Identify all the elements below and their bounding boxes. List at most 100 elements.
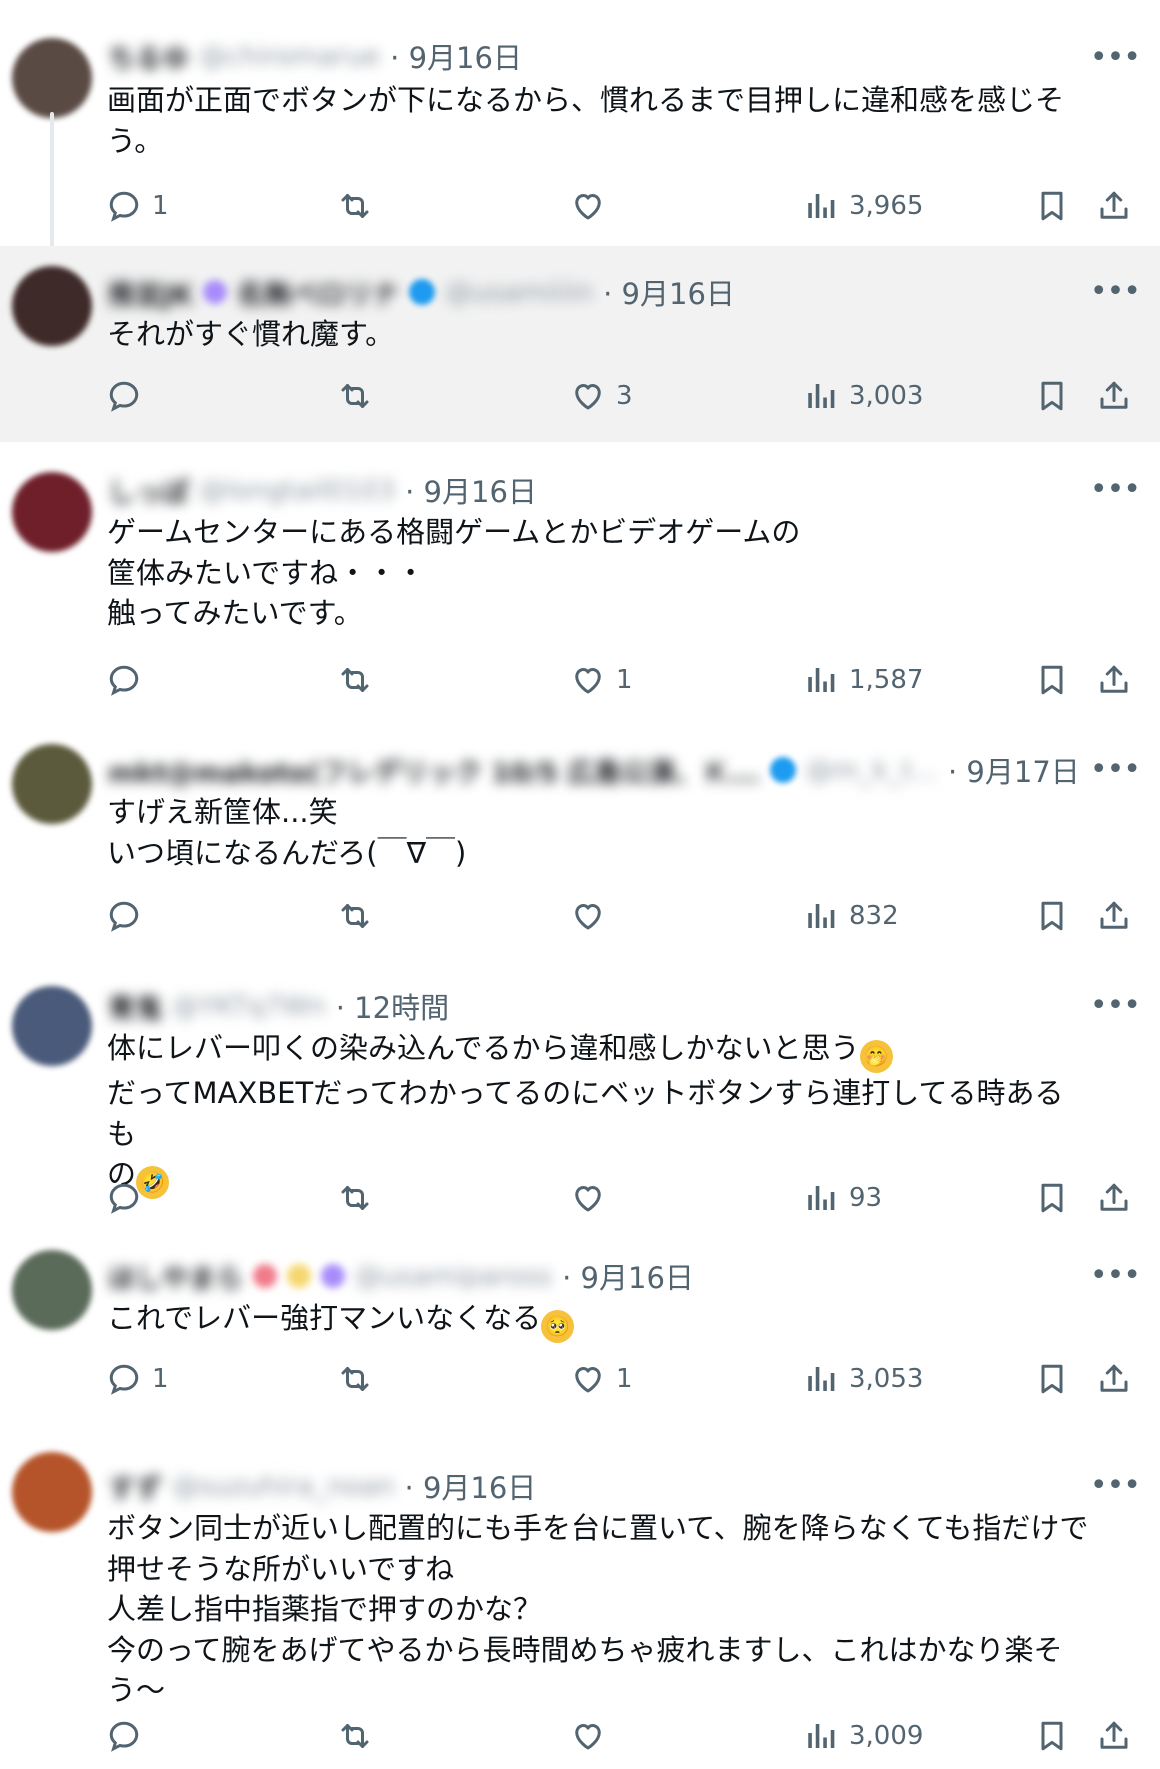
tweet-date[interactable]: · 9月16日 (603, 271, 735, 313)
action-bar: 832 (0, 894, 1160, 938)
avatar[interactable] (12, 1452, 92, 1532)
bookmark-button[interactable] (1034, 1714, 1070, 1758)
tweet-date[interactable]: · 9月16日 (390, 35, 522, 77)
share-button[interactable] (1096, 894, 1132, 938)
author-handle[interactable]: @YKTq7Wn (172, 991, 326, 1022)
bookmark-icon (1041, 665, 1063, 695)
tweet[interactable]: mkt@makoto(フレデリック 10/5 広島公演、Ｋ... @m_k_t.… (0, 714, 1160, 962)
like-count: 3 (616, 381, 633, 411)
repost-button[interactable] (337, 658, 373, 702)
repost-button[interactable] (337, 1714, 373, 1758)
tweet-date[interactable]: · 9月17日 (948, 749, 1080, 791)
bookmark-button[interactable] (1034, 894, 1070, 938)
views-icon (808, 904, 835, 928)
repost-button[interactable] (337, 1357, 373, 1401)
like-button[interactable] (570, 1714, 616, 1758)
more-options-icon[interactable]: ••• (1090, 986, 1141, 1026)
repost-button[interactable] (337, 894, 373, 938)
more-options-icon[interactable]: ••• (1090, 38, 1141, 78)
reply-button[interactable] (106, 894, 152, 938)
more-options-icon[interactable]: ••• (1090, 1466, 1141, 1506)
author-name[interactable]: しっぽ (108, 471, 189, 510)
more-options-icon[interactable]: ••• (1090, 1256, 1141, 1296)
avatar[interactable] (12, 1250, 92, 1330)
avatar[interactable] (12, 744, 92, 824)
tweet-date[interactable]: · 9月16日 (405, 1465, 537, 1507)
views-button[interactable]: 3,965 (803, 184, 923, 228)
bookmark-button[interactable] (1034, 658, 1070, 702)
avatar[interactable] (12, 986, 92, 1066)
tweet[interactable]: 推並JK 名無べロリナ @usamiiiin · 9月16日 ••• それがすぐ… (0, 246, 1160, 442)
bookmark-icon (1041, 1721, 1063, 1751)
views-button[interactable]: 3,003 (803, 374, 923, 418)
tweet[interactable]: 青鬼 @YKTq7Wn · 12時間 ••• 体にレバー叩くの染み込んでるから違… (0, 962, 1160, 1214)
like-count: 1 (616, 1364, 633, 1394)
share-button[interactable] (1096, 658, 1132, 702)
tweet[interactable]: ほしやまら @usamipaross · 9月16日 ••• これでレバー強打マ… (0, 1210, 1160, 1420)
tweet-text: それがすぐ慣れ魔す。 (107, 317, 395, 351)
pleading-face-emoji-icon: 🥺 (541, 1310, 575, 1343)
tweet-text: これでレバー強打マンいなくなる 🥺 (107, 1298, 1090, 1343)
views-button[interactable]: 3,053 (803, 1357, 923, 1401)
tweet[interactable]: しっぽ @longtail0103 · 9月16日 ••• ゲームセンターにある… (0, 442, 1160, 714)
more-options-icon[interactable]: ••• (1090, 470, 1141, 510)
bookmark-button[interactable] (1034, 374, 1070, 418)
reply-icon (109, 1721, 139, 1752)
share-button[interactable] (1096, 1714, 1132, 1758)
tweet-date[interactable]: · 9月16日 (562, 1255, 694, 1297)
like-button[interactable]: 1 (570, 1357, 633, 1401)
reply-count: 1 (152, 1364, 169, 1394)
bookmark-icon (1041, 191, 1063, 221)
tweet-text-part2: だってMAXBETだってわかってるのにベットボタンすら連打してる時あるも の (107, 1076, 1064, 1191)
views-button[interactable]: 1,587 (803, 658, 923, 702)
author-handle[interactable]: @longtail0103 (199, 475, 395, 506)
author-handle[interactable]: @chiromarue (199, 41, 380, 72)
badge-icon (286, 1264, 311, 1288)
reply-button[interactable] (106, 374, 152, 418)
repost-button[interactable] (337, 374, 373, 418)
views-button[interactable]: 832 (803, 894, 899, 938)
author-name[interactable]: ほしやまら (108, 1257, 243, 1296)
more-options-icon[interactable]: ••• (1090, 272, 1141, 312)
tweet-header: 青鬼 @YKTq7Wn · 12時間 (108, 986, 1140, 1026)
author-handle[interactable]: @m_k_t... (806, 755, 938, 786)
tweet-text-content: これでレバー強打マンいなくなる (107, 1301, 542, 1335)
reply-icon (109, 381, 139, 412)
bookmark-button[interactable] (1034, 1357, 1070, 1401)
reply-button[interactable] (106, 1714, 152, 1758)
more-options-icon[interactable]: ••• (1090, 750, 1141, 790)
share-button[interactable] (1096, 374, 1132, 418)
avatar[interactable] (12, 38, 92, 118)
tweet-text-part1: 体にレバー叩くの染み込んでるから違和感しかないと思う (107, 1031, 860, 1065)
reply-button[interactable]: 1 (106, 184, 169, 228)
tweet[interactable]: ちるゆ @chiromarue · 9月16日 ••• 画面が正面でボタンが下に… (0, 0, 1160, 252)
tweet[interactable]: すず @suzuhira_noan · 9月16日 ••• ボタン同士が近いし配… (0, 1420, 1160, 1769)
tweet-date[interactable]: · 9月16日 (405, 469, 537, 511)
views-icon (808, 1367, 835, 1391)
views-button[interactable]: 3,009 (803, 1714, 923, 1758)
reply-button[interactable] (106, 658, 152, 702)
author-name[interactable]: すず (108, 1467, 162, 1506)
repost-button[interactable] (337, 184, 373, 228)
author-name[interactable]: mkt@makoto(フレデリック 10/5 広島公演、Ｋ... (108, 751, 760, 790)
bookmark-icon (1041, 901, 1063, 931)
like-button[interactable] (570, 894, 616, 938)
author-handle[interactable]: @usamipaross (355, 1261, 552, 1292)
share-button[interactable] (1096, 184, 1132, 228)
author-name[interactable]: 青鬼 (108, 987, 162, 1026)
like-button[interactable] (570, 184, 616, 228)
reply-button[interactable]: 1 (106, 1357, 169, 1401)
action-bar: 3 3,003 (0, 374, 1160, 418)
author-name[interactable]: 推並JK (108, 273, 193, 312)
repost-icon (341, 904, 369, 928)
bookmark-button[interactable] (1034, 184, 1070, 228)
author-handle[interactable]: @usamiiiin (445, 277, 593, 308)
like-button[interactable]: 1 (570, 658, 633, 702)
avatar[interactable] (12, 472, 92, 552)
avatar[interactable] (12, 266, 92, 346)
author-handle[interactable]: @suzuhira_noan (172, 1471, 395, 1502)
tweet-date[interactable]: · 12時間 (336, 985, 449, 1027)
share-button[interactable] (1096, 1357, 1132, 1401)
like-button[interactable]: 3 (570, 374, 633, 418)
author-name[interactable]: ちるゆ (108, 37, 189, 76)
